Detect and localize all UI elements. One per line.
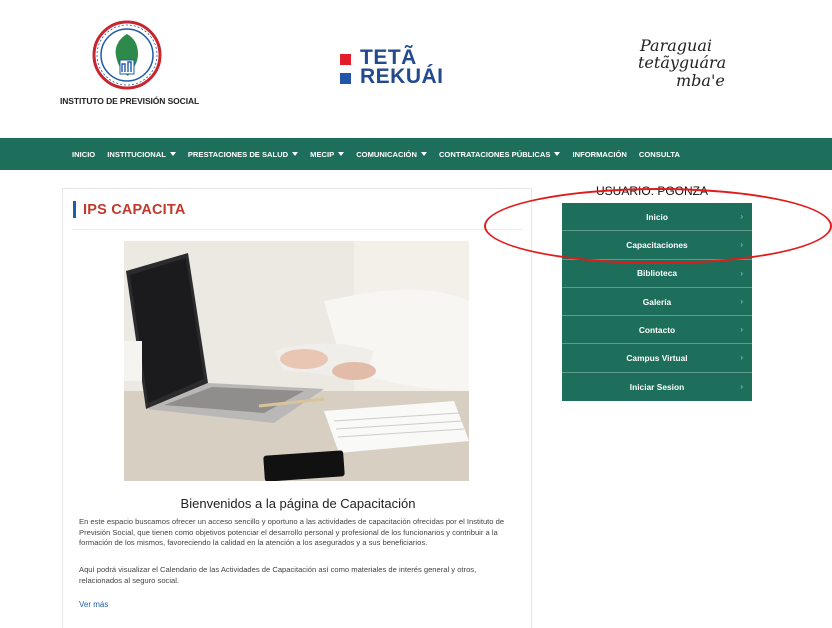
nav-item-contrataciones[interactable]: CONTRATACIONES PÚBLICAS: [439, 150, 561, 159]
hero-image: [124, 241, 469, 481]
sidebar-item-label: Contacto: [638, 324, 676, 335]
caret-down-icon: [554, 152, 561, 156]
sidebar-item-label: Inicio: [646, 211, 668, 222]
nav-label: COMUNICACIÓN: [356, 149, 417, 159]
sidebar-item-campus-virtual[interactable]: Campus Virtual ›: [562, 344, 752, 373]
sidebar-item-label: Campus Virtual: [626, 353, 688, 364]
title-accent-bar: [73, 201, 76, 218]
blue-square-icon: [340, 73, 351, 84]
nav-label: PRESTACIONES DE SALUD: [187, 149, 289, 159]
sidebar-item-inicio[interactable]: Inicio ›: [562, 203, 752, 232]
panel-title: IPS CAPACITA: [73, 201, 186, 218]
caret-down-icon: [420, 152, 427, 156]
nav-item-inicio[interactable]: INICIO: [72, 150, 95, 159]
nav-label: CONTRATACIONES PÚBLICAS: [438, 149, 551, 159]
slogan-logo: Paraguai tetãyguára mba'e: [636, 36, 736, 102]
nav-list: INICIO INSTITUCIONAL PRESTACIONES DE SAL…: [72, 138, 692, 170]
sidebar-item-label: Biblioteca: [636, 268, 678, 279]
user-label: USUARIO: PGONZA: [596, 184, 709, 198]
welcome-heading: Bienvenidos a la página de Capacitación: [180, 496, 416, 511]
sidebar-item-galeria[interactable]: Galería ›: [562, 288, 752, 317]
title-divider: [73, 229, 523, 230]
nav-item-comunicacion[interactable]: COMUNICACIÓN: [356, 150, 427, 159]
red-square-icon: [340, 54, 351, 65]
nav-label: CONSULTA: [638, 149, 680, 159]
page-title: IPS CAPACITA: [83, 201, 186, 218]
sidebar-item-label: Iniciar Sesion: [629, 381, 685, 392]
sidebar-item-contacto[interactable]: Contacto ›: [562, 316, 752, 345]
slogan-line-2: tetãyguára: [638, 53, 727, 72]
chevron-right-icon: ›: [740, 240, 743, 250]
nav-label: INSTITUCIONAL: [107, 149, 166, 159]
slogan-line-3: mba'e: [676, 71, 725, 90]
ver-mas-link[interactable]: Ver más: [79, 600, 108, 609]
chevron-right-icon: ›: [740, 268, 743, 278]
calendar-paragraph: Aquí podrá visualizar el Calendario de l…: [79, 565, 477, 585]
ips-logo[interactable]: INSTITUTO DE PREVISIÓN SOCIAL: [60, 14, 210, 114]
nav-item-consulta[interactable]: CONSULTA: [639, 150, 680, 159]
nav-label: MECIP: [310, 149, 335, 159]
rekuai-text: REKUÁI: [360, 65, 444, 88]
chevron-right-icon: ›: [740, 325, 743, 335]
sidebar-item-biblioteca[interactable]: Biblioteca ›: [562, 260, 752, 288]
ips-seal-icon: [92, 20, 162, 90]
sidebar-item-label: Capacitaciones: [626, 239, 688, 250]
nav-item-prestaciones[interactable]: PRESTACIONES DE SALUD: [187, 149, 299, 159]
main-navbar: INICIO INSTITUCIONAL PRESTACIONES DE SAL…: [0, 138, 832, 170]
laptop-desk-photo: [124, 241, 469, 481]
site-header: INSTITUTO DE PREVISIÓN SOCIAL TETÃ REKUÁ…: [0, 0, 832, 138]
sidebar-item-iniciar-sesion[interactable]: Iniciar Sesion ›: [562, 373, 752, 401]
sidebar-menu: Inicio › Capacitaciones › Biblioteca › Gale…: [562, 203, 752, 402]
nav-label: INICIO: [72, 149, 96, 159]
nav-item-mecip[interactable]: MECIP: [310, 149, 345, 159]
chevron-right-icon: ›: [740, 212, 743, 221]
sidebar-item-capacitaciones[interactable]: Capacitaciones ›: [562, 231, 752, 260]
intro-paragraph: En este espacio buscamos ofrecer un acce…: [79, 517, 505, 548]
nav-label: INFORMACIÓN: [572, 149, 627, 159]
caret-down-icon: [338, 152, 345, 156]
nav-item-informacion[interactable]: INFORMACIÓN: [572, 150, 626, 159]
sidebar-item-label: Galería: [642, 296, 672, 307]
chevron-right-icon: ›: [740, 381, 743, 391]
chevron-right-icon: ›: [740, 353, 743, 363]
nav-item-institucional[interactable]: INSTITUCIONAL: [107, 150, 176, 159]
caret-down-icon: [169, 152, 176, 156]
chevron-right-icon: ›: [740, 296, 743, 306]
teta-rekuai-logo[interactable]: TETÃ REKUÁI: [338, 47, 478, 94]
ips-name: INSTITUTO DE PREVISIÓN SOCIAL: [60, 96, 200, 106]
caret-down-icon: [292, 152, 299, 156]
content-panel: IPS CAPACITA Bienvenidos a la página de …: [62, 188, 532, 628]
